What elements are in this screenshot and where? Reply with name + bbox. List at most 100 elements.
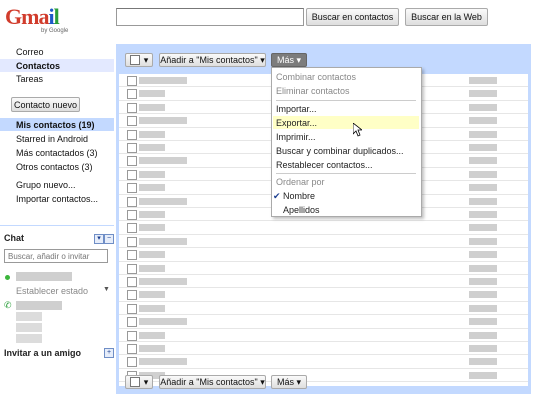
row-checkbox[interactable] [127,169,137,180]
invite-friend-label[interactable]: Invitar a un amigo [4,348,81,358]
search-contacts-button[interactable]: Buscar en contactos [306,8,399,26]
select-checkbox[interactable] [129,377,140,387]
chat-search-input[interactable] [4,249,108,263]
blurred-email [469,144,497,151]
status-dropdown-icon[interactable]: ▼ [103,286,110,293]
row-checkbox[interactable] [127,357,137,368]
blurred-contact [16,312,42,321]
menu-sort-name[interactable]: Nombre [283,190,315,202]
blurred-email [469,103,497,111]
contact-row[interactable] [119,248,528,262]
blurred-email [469,77,497,84]
contact-row[interactable] [119,342,528,356]
group-mas-contactados[interactable]: Más contactados (3) [16,147,98,159]
row-checkbox[interactable] [127,330,137,341]
row-checkbox[interactable] [127,277,137,287]
add-to-contacts-bottom[interactable]: Añadir a "Mis contactos" ▾ [159,375,266,389]
more-label: Más [276,377,294,387]
blurred-name [139,345,165,352]
blurred-name [139,170,165,178]
contact-row[interactable] [119,221,528,235]
blurred-email [469,331,497,339]
blurred-email [469,224,497,232]
search-web-button[interactable]: Buscar en la Web [405,8,488,26]
select-dropdown-top[interactable]: ▾ [125,53,153,67]
new-contact-button[interactable]: Contacto nuevo [11,97,80,112]
row-checkbox[interactable] [127,236,137,247]
contact-row[interactable] [119,288,528,302]
blurred-name [139,224,165,232]
row-checkbox[interactable] [127,76,137,86]
row-checkbox[interactable] [127,344,137,354]
nav-correo[interactable]: Correo [16,46,44,58]
contact-row[interactable] [119,315,528,329]
row-checkbox[interactable] [127,290,137,301]
new-group-link[interactable]: Grupo nuevo... [16,179,76,191]
row-checkbox[interactable] [127,116,137,127]
menu-print[interactable]: Imprimir... [276,131,316,143]
blurred-email [469,278,497,285]
menu-import[interactable]: Importar... [276,103,317,115]
gmail-logo[interactable]: Gmail by Google [5,6,73,36]
group-otros-contactos[interactable]: Otros contactos (3) [16,161,93,173]
add-to-label: Añadir a "Mis contactos" [160,377,258,387]
blurred-name [139,278,187,285]
group-mis-contactos[interactable]: Mis contactos (19) [16,119,95,131]
select-checkbox[interactable] [129,55,140,65]
blurred-name [139,144,165,151]
blurred-name [139,331,165,339]
menu-export[interactable]: Exportar... [276,117,317,129]
select-dropdown-bottom[interactable]: ▾ [125,375,153,389]
blurred-name [139,264,165,272]
blurred-name [139,251,165,259]
nav-contactos[interactable]: Contactos [16,60,60,72]
contact-row[interactable] [119,262,528,275]
logo-by-google: by Google [41,28,69,34]
contact-row[interactable] [119,235,528,249]
row-checkbox[interactable] [127,317,137,328]
row-checkbox[interactable] [127,303,137,314]
online-status-icon [5,275,10,280]
row-checkbox[interactable] [127,196,137,207]
blurred-email [469,170,497,178]
contact-row[interactable] [119,302,528,316]
row-checkbox[interactable] [127,156,137,167]
menu-restore-contacts[interactable]: Restablecer contactos... [276,159,373,171]
contact-row[interactable] [119,329,528,342]
add-to-contacts-top[interactable]: Añadir a "Mis contactos" ▾ [159,53,266,67]
menu-separator [276,100,416,101]
chat-minimize-icon[interactable]: − [104,234,114,244]
group-starred-android[interactable]: Starred in Android [16,133,88,145]
blurred-email [469,117,497,125]
row-checkbox[interactable] [127,143,137,153]
set-status-label[interactable]: Establecer estado [16,286,88,296]
invite-expand-icon[interactable]: + [104,348,114,358]
blurred-email [469,211,497,218]
menu-find-duplicates[interactable]: Buscar y combinar duplicados... [276,145,404,157]
more-button-active[interactable]: Más ▾ [271,53,307,67]
contact-row[interactable] [119,355,528,369]
divider [0,225,114,226]
row-checkbox[interactable] [127,263,137,274]
more-button-bottom[interactable]: Más ▾ [271,375,307,389]
checkmark-icon: ✔ [273,191,281,201]
row-checkbox[interactable] [127,89,137,100]
blurred-email [469,157,497,165]
blurred-email [469,197,497,205]
blurred-contact [16,323,42,332]
row-checkbox[interactable] [127,183,137,194]
row-checkbox[interactable] [127,250,137,261]
nav-tareas[interactable]: Tareas [16,73,43,85]
contact-row[interactable] [119,275,528,289]
chevron-down-icon: ▾ [296,376,302,387]
row-checkbox[interactable] [127,102,137,113]
import-contacts-link[interactable]: Importar contactos... [16,193,98,205]
menu-sort-surname[interactable]: Apellidos [283,204,320,216]
chat-options-icon[interactable]: ▾ [94,234,104,244]
row-checkbox[interactable] [127,223,137,234]
row-checkbox[interactable] [127,129,137,140]
search-input[interactable] [116,8,304,26]
row-checkbox[interactable] [127,210,137,220]
blurred-name [139,237,187,245]
blurred-email [469,318,497,326]
